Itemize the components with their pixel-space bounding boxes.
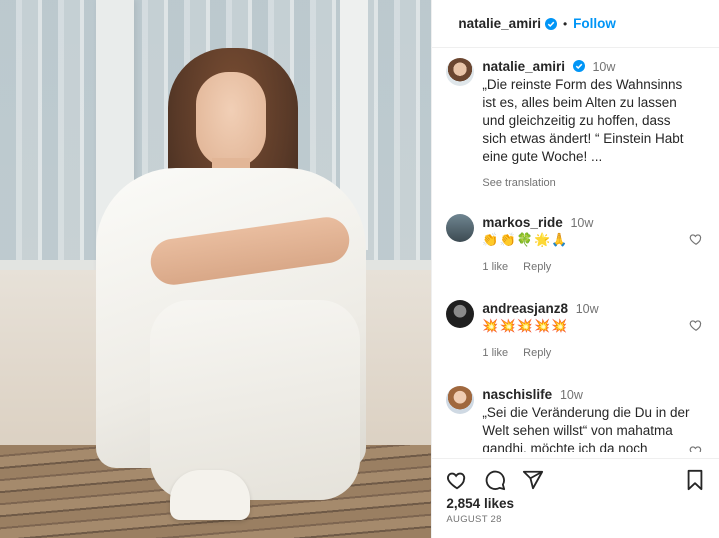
post-header: natalie_amiri • Follow — [432, 0, 719, 48]
post-date[interactable]: AUGUST 28 — [446, 514, 501, 525]
comment-avatar[interactable] — [446, 386, 475, 414]
comments-list[interactable]: natalie_amiri 10w „Die reinste Form des … — [432, 48, 719, 452]
comment-text: „Sei die Veränderung die Du in der Welt … — [482, 405, 690, 452]
heart-icon[interactable] — [689, 318, 703, 332]
comment-likes-count[interactable]: 1 like — [482, 347, 508, 359]
verified-badge-icon — [544, 17, 557, 30]
caption-body: natalie_amiri 10w „Die reinste Form des … — [482, 58, 692, 192]
caption-row: natalie_amiri 10w „Die reinste Form des … — [432, 48, 719, 192]
comment-avatar[interactable] — [446, 214, 475, 242]
caption-avatar[interactable] — [446, 58, 475, 86]
post-side-panel: natalie_amiri • Follow natalie_amiri 10w — [431, 0, 719, 538]
comment-meta: 1 like Reply — [482, 344, 692, 362]
caption-time[interactable]: 10w — [592, 60, 615, 74]
comment-text: 💥💥💥💥💥 — [482, 319, 569, 334]
comment-time[interactable]: 10w — [576, 302, 599, 316]
see-translation-link[interactable]: See translation — [482, 174, 692, 192]
photo-person-shoe — [170, 470, 250, 520]
comment-meta: 1 like Reply — [482, 258, 692, 276]
comment-body: markos_ride 10w 👏👏🍀🌟🙏 1 like Reply — [482, 214, 692, 276]
heart-icon[interactable] — [689, 232, 703, 246]
comment-username[interactable]: naschislife — [482, 387, 552, 402]
verified-badge-icon — [572, 60, 585, 72]
post-photo[interactable] — [0, 0, 432, 538]
caption-username[interactable]: natalie_amiri — [482, 59, 565, 74]
comment-row: naschislife 10w „Sei die Veränderung die… — [432, 376, 719, 452]
comment-username[interactable]: andreasjanz8 — [482, 301, 568, 316]
header-separator: • — [562, 16, 568, 31]
heart-icon[interactable] — [446, 469, 468, 491]
share-icon[interactable] — [522, 469, 544, 491]
comment-time[interactable]: 10w — [570, 216, 593, 230]
header-username[interactable]: natalie_amiri — [458, 16, 541, 31]
instagram-post-view: natalie_amiri • Follow natalie_amiri 10w — [0, 0, 719, 538]
comment-text: 👏👏🍀🌟🙏 — [482, 233, 569, 248]
comment-body: andreasjanz8 10w 💥💥💥💥💥 1 like Reply — [482, 300, 692, 362]
caption-text: „Die reinste Form des Wahnsinns ist es, … — [482, 77, 684, 164]
comment-likes-count[interactable]: 1 like — [482, 261, 508, 273]
bookmark-icon[interactable] — [684, 469, 706, 491]
comment-body: naschislife 10w „Sei die Veränderung die… — [482, 386, 692, 452]
follow-button[interactable]: Follow — [573, 16, 616, 31]
comment-username[interactable]: markos_ride — [482, 215, 562, 230]
reply-button[interactable]: Reply — [523, 347, 551, 359]
comment-row: andreasjanz8 10w 💥💥💥💥💥 1 like Reply — [432, 290, 719, 362]
comment-row: markos_ride 10w 👏👏🍀🌟🙏 1 like Reply — [432, 204, 719, 276]
comment-avatar[interactable] — [446, 300, 475, 328]
photo-person-legs — [150, 300, 360, 500]
reply-button[interactable]: Reply — [523, 261, 551, 273]
photo-person-face — [196, 72, 266, 168]
comment-time[interactable]: 10w — [560, 388, 583, 402]
likes-count[interactable]: 2,854 likes — [446, 496, 514, 511]
heart-icon[interactable] — [689, 444, 703, 452]
post-actions-bar — [432, 458, 719, 491]
comment-icon[interactable] — [484, 469, 506, 491]
